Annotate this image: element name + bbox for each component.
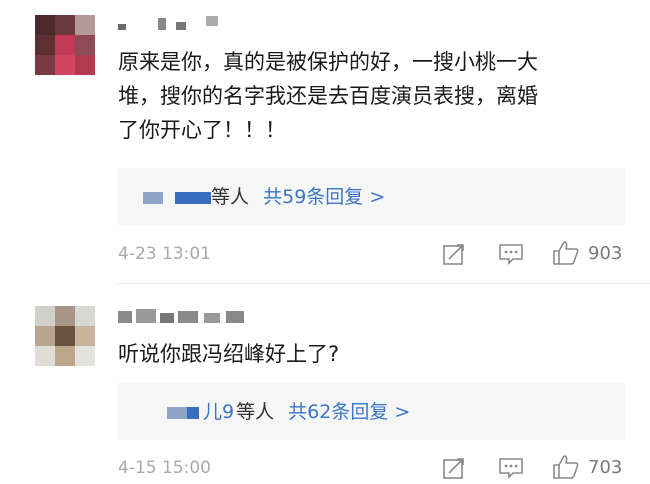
comment-1-reply-summary[interactable]: 等人 共59条回复 > — [117, 168, 625, 225]
blurred-username — [187, 406, 199, 419]
reply-participants-label: 等人 — [211, 186, 250, 208]
comment-icon[interactable] — [498, 242, 524, 266]
comment-2-reply-summary[interactable]: 儿9 等人 共62条回复 > — [117, 383, 625, 440]
repost-icon[interactable] — [442, 456, 466, 480]
comment-text-line: 堆，搜你的名字我还是去百度演员表搜，离婚 — [118, 84, 538, 108]
comment-icon[interactable] — [498, 456, 524, 480]
comment-2-like-count: 703 — [588, 457, 623, 478]
comment-2-timestamp: 4-15 15:00 — [118, 458, 211, 478]
like-icon[interactable] — [552, 240, 580, 266]
reply-participants-label: 等人 — [236, 401, 275, 423]
blurred-username — [167, 406, 187, 419]
comment-1-avatar[interactable] — [35, 15, 95, 75]
like-icon[interactable] — [552, 454, 580, 480]
comment-text-line: 了你开心了！！！ — [118, 118, 286, 142]
comment-divider — [117, 283, 650, 284]
comment-text-line: 原来是你，真的是被保护的好，一搜小桃一大 — [118, 50, 538, 74]
comment-2-username-blurred[interactable] — [118, 307, 268, 325]
blurred-username — [143, 191, 163, 204]
blurred-username — [175, 191, 212, 204]
partial-username[interactable]: 儿9 — [203, 401, 234, 423]
repost-icon[interactable] — [442, 242, 466, 266]
view-replies-link[interactable]: 共59条回复 > — [263, 186, 385, 208]
comment-1-like-count: 903 — [588, 243, 623, 264]
comment-1-username-blurred[interactable] — [118, 16, 238, 30]
comment-1-timestamp: 4-23 13:01 — [118, 244, 211, 264]
comment-1-text: 原来是你，真的是被保护的好，一搜小桃一大 堆，搜你的名字我还是去百度演员表搜，离… — [118, 45, 638, 147]
comment-2-text: 听说你跟冯绍峰好上了? — [118, 337, 638, 371]
comment-text-line: 听说你跟冯绍峰好上了? — [118, 342, 340, 366]
view-replies-link[interactable]: 共62条回复 > — [288, 401, 410, 423]
comment-2-avatar[interactable] — [35, 306, 95, 366]
